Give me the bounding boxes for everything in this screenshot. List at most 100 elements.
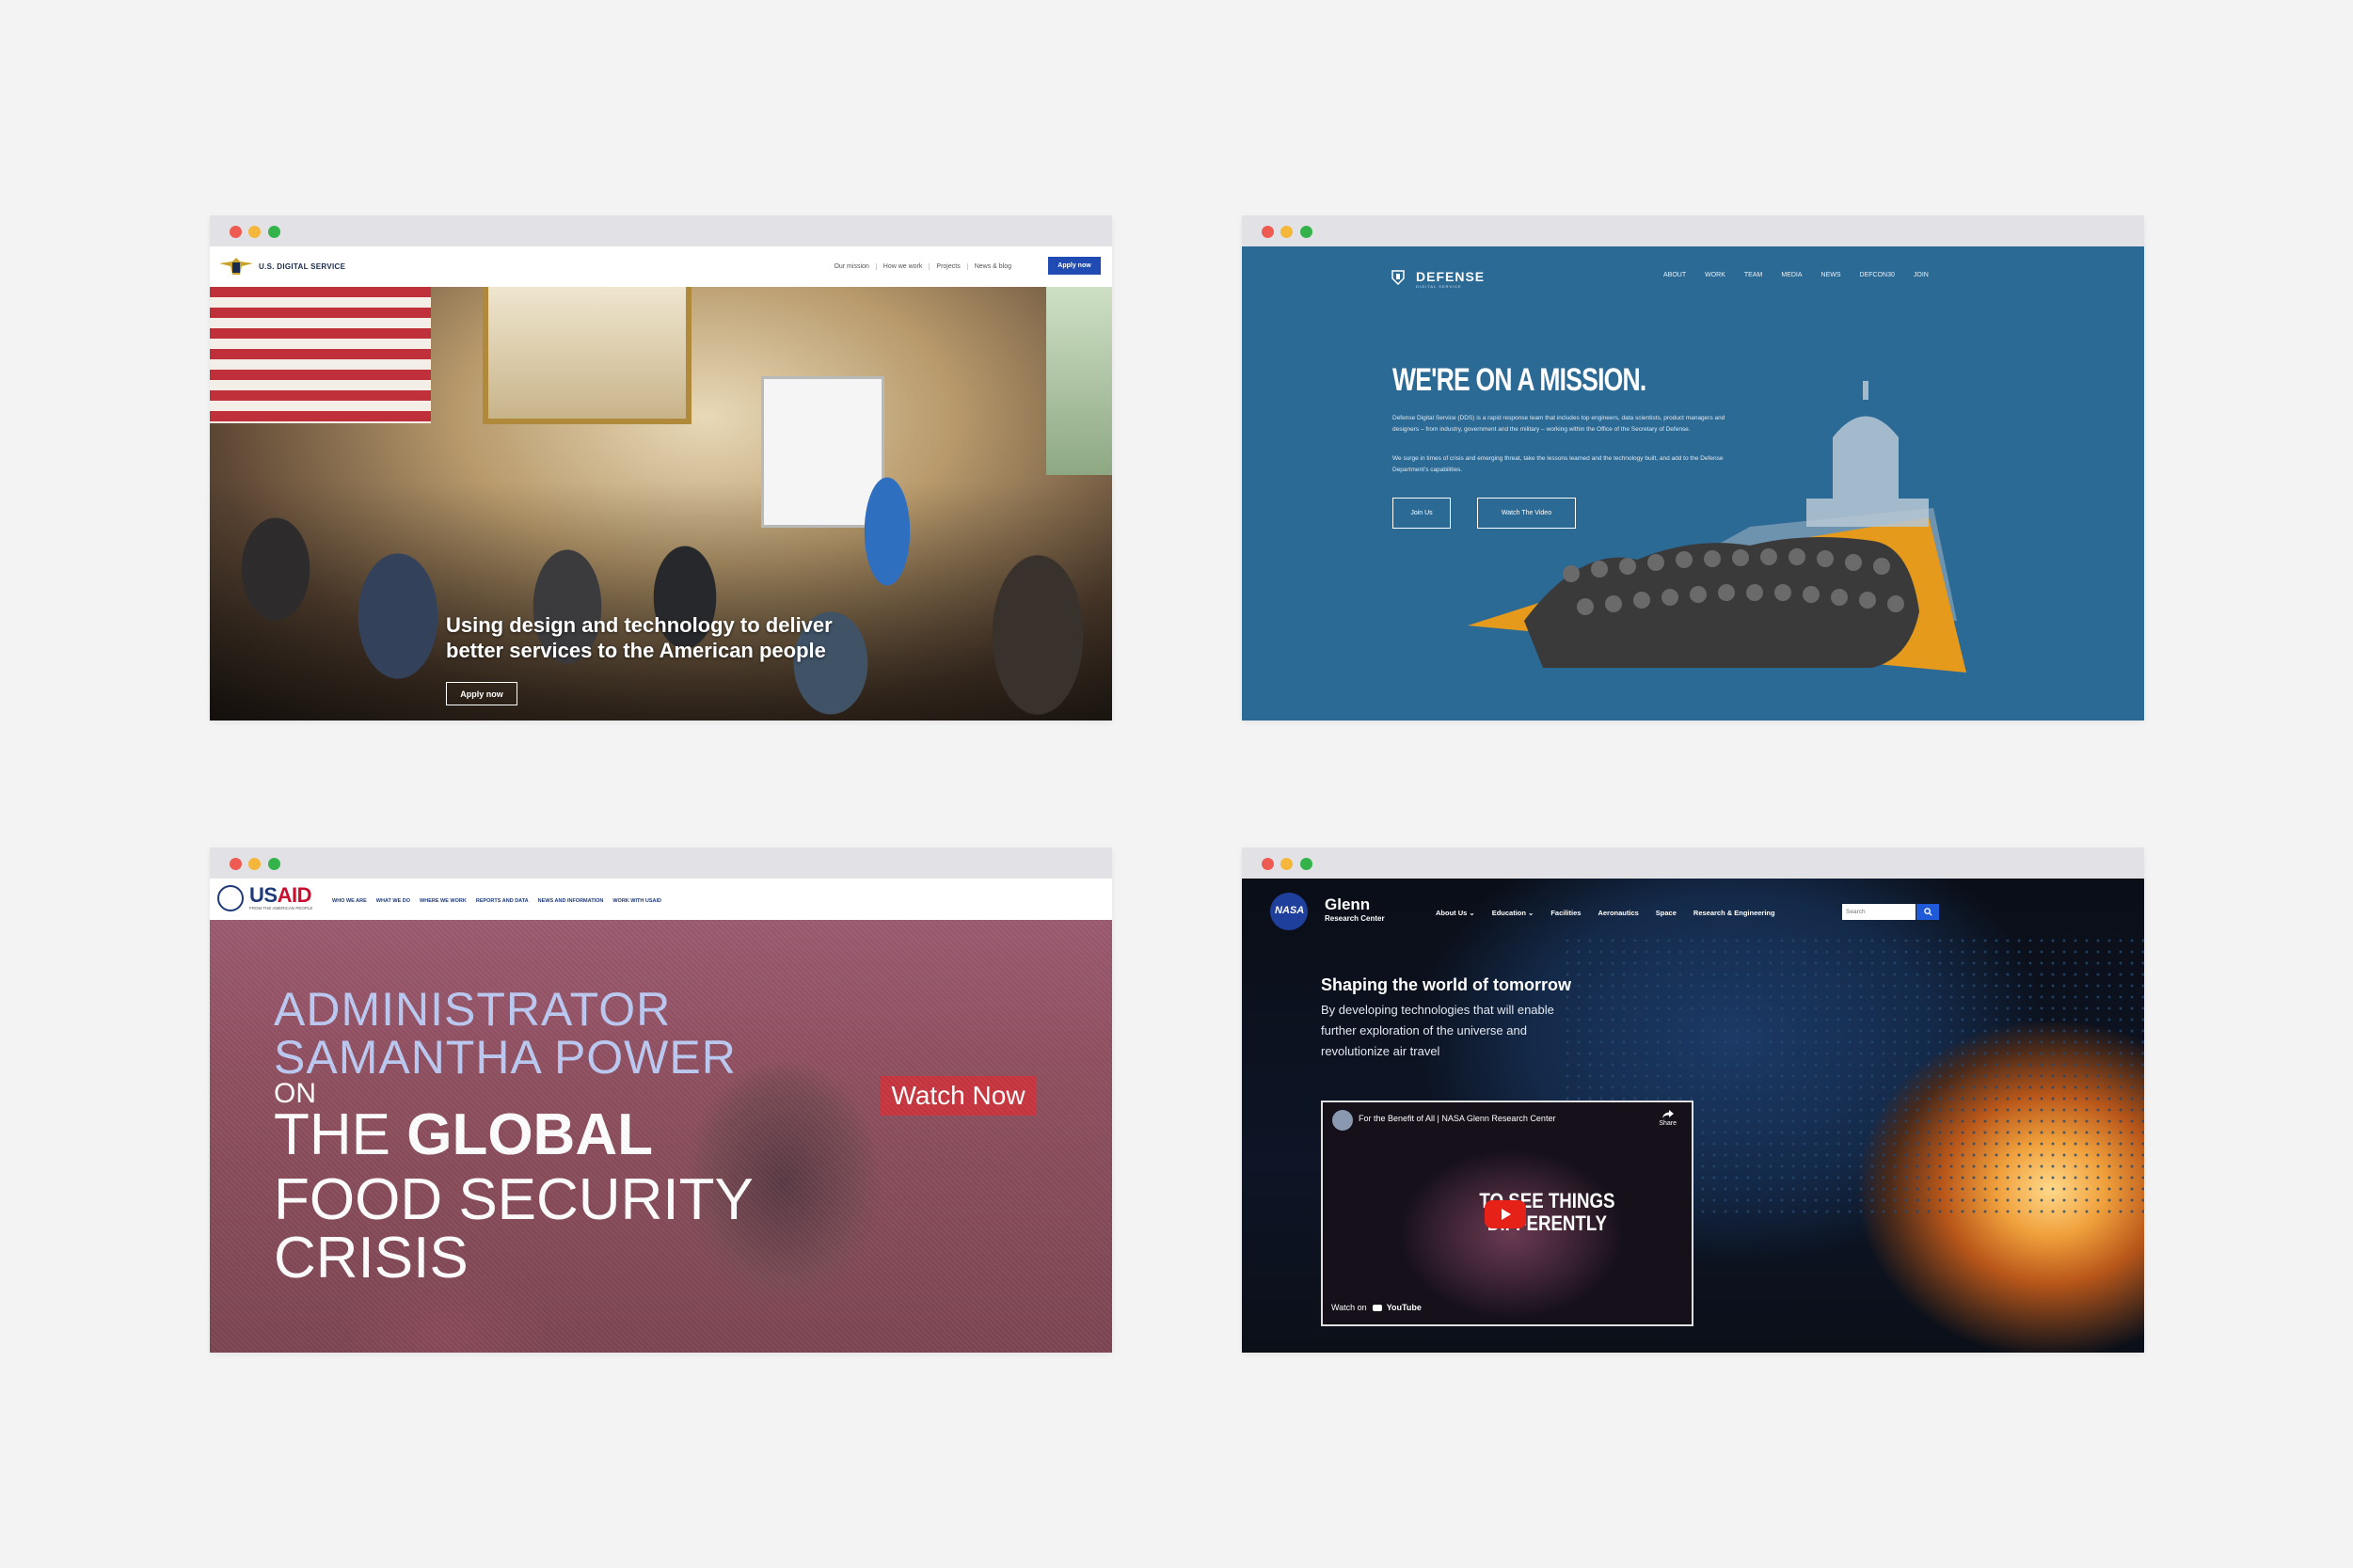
nasa-page: NASA Glenn Research Center About Us ⌄ Ed…: [1242, 879, 2144, 1353]
nav-space[interactable]: Space: [1656, 909, 1677, 917]
usaid-browser-window: USAID FROM THE AMERICAN PEOPLE WHO WE AR…: [210, 847, 1112, 1353]
brand-us: US: [249, 883, 278, 907]
american-flag: [210, 287, 431, 423]
play-button[interactable]: [1485, 1200, 1526, 1228]
dds-brand-sub: DIGITAL SERVICE: [1416, 284, 1462, 289]
nav-facilities[interactable]: Facilities: [1550, 909, 1581, 917]
watch-now-button[interactable]: Watch Now: [880, 1076, 1037, 1116]
usds-header: U.S. DIGITAL SERVICE Our mission How we …: [210, 246, 1112, 287]
nav-news[interactable]: NEWS: [1821, 272, 1841, 278]
usds-hero-image: Using design and technology to deliver b…: [210, 287, 1112, 721]
search-button[interactable]: [1916, 904, 1939, 920]
apply-now-header-button[interactable]: Apply now: [1048, 257, 1101, 275]
mirror-fireplace: [483, 287, 692, 424]
glenn-brand-sub: Research Center: [1325, 914, 1385, 923]
usaid-header: USAID FROM THE AMERICAN PEOPLE WHO WE AR…: [210, 879, 1112, 920]
nav-team[interactable]: TEAM: [1744, 272, 1762, 278]
maximize-window-dot[interactable]: [1300, 226, 1312, 238]
nav-work[interactable]: WORK: [1705, 272, 1725, 278]
nav-education[interactable]: Education ⌄: [1492, 909, 1534, 917]
brand-aid: AID: [277, 883, 312, 907]
usaid-page: USAID FROM THE AMERICAN PEOPLE WHO WE AR…: [210, 879, 1112, 1353]
glenn-brand[interactable]: Glenn: [1325, 895, 1370, 914]
usds-hero-headline: Using design and technology to deliver b…: [446, 613, 833, 662]
nav-who-we-are[interactable]: WHO WE ARE: [332, 898, 367, 904]
team-meeting-people: [210, 419, 1112, 721]
hero-line-food-security: FOOD SECURITY: [274, 1167, 754, 1232]
dds-brand[interactable]: DEFENSE: [1416, 269, 1485, 284]
maximize-window-dot[interactable]: [268, 226, 280, 238]
dds-shield-icon[interactable]: [1391, 270, 1405, 285]
dds-page: DEFENSE DIGITAL SERVICE ABOUT WORK TEAM …: [1242, 246, 2144, 721]
hero-line-on: ON: [274, 1078, 316, 1109]
youtube-video-embed[interactable]: For the Benefit of All | NASA Glenn Rese…: [1321, 1101, 1693, 1326]
dds-nav: ABOUT WORK TEAM MEDIA NEWS DEFCON30 JOIN: [1663, 272, 1929, 278]
nav-research-engineering[interactable]: Research & Engineering: [1693, 909, 1775, 917]
maximize-window-dot[interactable]: [1300, 858, 1312, 870]
minimize-window-dot[interactable]: [1280, 858, 1293, 870]
video-overlay-text: TO SEE THINGS DIFFERENTLY: [1479, 1189, 1615, 1235]
close-window-dot[interactable]: [230, 858, 242, 870]
apply-now-hero-button[interactable]: Apply now: [446, 682, 517, 705]
video-title[interactable]: For the Benefit of All | NASA Glenn Rese…: [1359, 1114, 1555, 1123]
usds-brand[interactable]: U.S. DIGITAL SERVICE: [259, 262, 345, 271]
share-button[interactable]: Share: [1659, 1110, 1677, 1127]
nav-news-information[interactable]: NEWS AND INFORMATION: [538, 898, 604, 904]
usaid-hero-image: ADMINISTRATOR SAMANTHA POWER ON THE GLOB…: [210, 920, 1112, 1353]
channel-avatar[interactable]: [1332, 1110, 1353, 1131]
usds-browser-window: U.S. DIGITAL SERVICE Our mission How we …: [210, 215, 1112, 721]
capitol-team-artwork: [1468, 381, 1966, 673]
youtube-label: YouTube: [1386, 1303, 1422, 1312]
close-window-dot[interactable]: [1262, 226, 1274, 238]
maximize-window-dot[interactable]: [268, 858, 280, 870]
browser-chrome: [1242, 215, 2144, 246]
browser-chrome: [210, 215, 1112, 246]
usaid-brand[interactable]: USAID: [249, 883, 311, 908]
usds-nav: Our mission How we work Projects News & …: [827, 263, 1018, 270]
share-arrow-icon: [1661, 1110, 1674, 1118]
browser-chrome: [210, 847, 1112, 879]
nav-reports-data[interactable]: REPORTS AND DATA: [476, 898, 529, 904]
nasa-nav: About Us ⌄ Education ⌄ Facilities Aerona…: [1436, 909, 1775, 917]
nasa-hero-headline: Shaping the world of tomorrow: [1321, 975, 1571, 994]
minimize-window-dot[interactable]: [1280, 226, 1293, 238]
nasa-browser-window: NASA Glenn Research Center About Us ⌄ Ed…: [1242, 847, 2144, 1353]
hero-word-global: GLOBAL: [406, 1102, 653, 1167]
nav-work-with-usaid[interactable]: WORK WITH USAID: [612, 898, 661, 904]
hero-line-name: SAMANTHA POWER: [274, 1031, 737, 1084]
search-icon: [1923, 908, 1932, 916]
nav-defcon30[interactable]: DEFCON30: [1860, 272, 1895, 278]
nav-join[interactable]: JOIN: [1914, 272, 1929, 278]
nav-media[interactable]: MEDIA: [1781, 272, 1802, 278]
nav-aeronautics[interactable]: Aeronautics: [1598, 909, 1638, 917]
nav-where-we-work[interactable]: WHERE WE WORK: [420, 898, 467, 904]
join-us-button[interactable]: Join Us: [1392, 498, 1451, 529]
watch-video-button[interactable]: Watch The Video: [1477, 498, 1576, 529]
nav-our-mission[interactable]: Our mission: [827, 263, 875, 270]
usds-page: U.S. DIGITAL SERVICE Our mission How we …: [210, 246, 1112, 721]
nav-about-us[interactable]: About Us ⌄: [1436, 909, 1475, 917]
usaid-tagline: FROM THE AMERICAN PEOPLE: [249, 906, 313, 911]
nav-about[interactable]: ABOUT: [1663, 272, 1686, 278]
usaid-seal-icon[interactable]: [217, 885, 244, 911]
hero-line-the-global: THE GLOBAL: [274, 1101, 653, 1168]
close-window-dot[interactable]: [1262, 858, 1274, 870]
share-label: Share: [1659, 1120, 1677, 1127]
youtube-logo-icon: [1373, 1305, 1383, 1312]
search-input[interactable]: [1842, 904, 1916, 920]
nav-how-we-work[interactable]: How we work: [875, 263, 930, 270]
minimize-window-dot[interactable]: [248, 226, 261, 238]
watch-on-youtube-link[interactable]: Watch on YouTube: [1331, 1303, 1422, 1312]
dds-browser-window: DEFENSE DIGITAL SERVICE ABOUT WORK TEAM …: [1242, 215, 2144, 721]
minimize-window-dot[interactable]: [248, 858, 261, 870]
nav-projects[interactable]: Projects: [929, 263, 966, 270]
usds-eagle-logo-icon[interactable]: [219, 258, 253, 277]
browser-chrome: [1242, 847, 2144, 879]
close-window-dot[interactable]: [230, 226, 242, 238]
nasa-hero-paragraph: By developing technologies that will ena…: [1321, 1003, 1554, 1058]
nav-news-blog[interactable]: News & blog: [966, 263, 1018, 270]
nav-what-we-do[interactable]: WHAT WE DO: [376, 898, 410, 904]
hero-word-the: THE: [274, 1102, 407, 1167]
nasa-logo-text: NASA: [1275, 905, 1305, 916]
play-icon: [1502, 1209, 1511, 1220]
